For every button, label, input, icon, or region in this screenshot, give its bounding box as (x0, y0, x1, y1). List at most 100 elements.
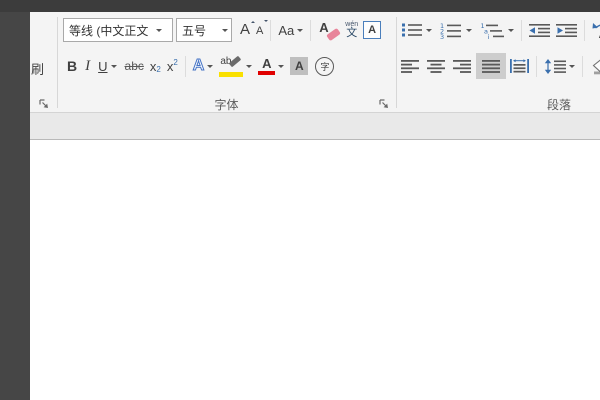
align-center-button[interactable] (425, 53, 447, 79)
highlight-color-button[interactable]: ab (217, 53, 254, 79)
increase-indent-button[interactable] (554, 17, 579, 43)
window-top-edge (0, 0, 600, 12)
ribbon-home-tab: 刷 等线 (中文正文 五号 A A (30, 12, 600, 113)
strikethrough-button[interactable]: abc (123, 53, 146, 79)
font-size-value: 五号 (182, 22, 219, 39)
paragraph-group-row1: 1 2 3 1 a i (399, 16, 600, 44)
clipboard-dialog-launcher[interactable] (38, 98, 50, 110)
window-left-edge (0, 12, 30, 400)
caret-down-icon (264, 20, 268, 24)
align-right-icon (453, 60, 471, 73)
dialog-launcher-icon (38, 98, 50, 110)
underline-icon: U (98, 59, 107, 74)
grow-font-button[interactable]: A (238, 17, 252, 43)
font-group-row2: B I U abc x 2 x 2 A (65, 52, 336, 80)
chevron-down-icon (246, 65, 252, 71)
distribute-text-button[interactable] (508, 53, 531, 79)
asian-layout-button[interactable]: A (590, 17, 600, 43)
justify-button[interactable] (476, 53, 506, 79)
word-window: 刷 等线 (中文正文 五号 A A (0, 0, 600, 400)
font-name-value: 等线 (中文正文 (69, 22, 153, 39)
svg-text:i: i (488, 33, 490, 39)
chevron-down-icon (207, 65, 213, 71)
asian-layout-icon: A (592, 20, 600, 40)
text-effects-button[interactable]: A (191, 53, 216, 79)
subscript-button[interactable]: x 2 (148, 53, 163, 79)
paint-bucket-icon (590, 58, 600, 75)
chevron-down-icon (426, 29, 432, 35)
bold-button[interactable]: B (65, 53, 79, 79)
italic-button[interactable]: I (83, 53, 92, 79)
chevron-down-icon (569, 65, 575, 71)
align-center-icon (427, 60, 445, 73)
justify-icon (482, 60, 500, 73)
chevron-down-icon (466, 29, 472, 35)
increase-indent-icon (556, 23, 577, 38)
align-right-button[interactable] (451, 53, 473, 79)
shading-button[interactable] (588, 53, 600, 79)
grow-font-icon: A (240, 21, 250, 38)
character-border-button[interactable]: A (361, 17, 383, 43)
change-case-icon: Aa (278, 23, 294, 38)
decrease-indent-button[interactable] (527, 17, 552, 43)
font-color-icon: A (258, 57, 275, 76)
character-shading-icon: A (290, 57, 308, 75)
distribute-text-icon (510, 59, 529, 73)
character-shading-button[interactable]: A (288, 53, 310, 79)
align-left-icon (401, 60, 419, 73)
svg-text:3: 3 (440, 33, 444, 39)
character-border-icon: A (363, 21, 381, 39)
numbering-icon: 1 2 3 (439, 22, 463, 39)
font-color-swatch (258, 71, 275, 76)
format-painter-button[interactable]: 刷 (31, 59, 44, 78)
divider (185, 56, 186, 77)
enclose-characters-button[interactable]: 字 (313, 53, 336, 79)
superscript-icon: 2 (173, 58, 177, 67)
underline-button[interactable]: U (96, 53, 118, 79)
font-size-combo[interactable]: 五号 (176, 18, 232, 42)
strikethrough-icon: abc (125, 59, 144, 73)
shrink-font-button[interactable]: A (254, 17, 265, 43)
paragraph-group-label: 段落 (399, 96, 600, 113)
group-separator (57, 17, 58, 108)
font-dialog-launcher[interactable] (378, 98, 390, 110)
shrink-font-icon: A (256, 25, 263, 37)
divider (310, 20, 311, 41)
highlight-color-swatch (219, 72, 243, 77)
chevron-down-icon (222, 29, 228, 35)
document-canvas[interactable] (30, 140, 600, 400)
line-spacing-button[interactable] (542, 53, 577, 79)
superscript-button[interactable]: x 2 (165, 53, 180, 79)
divider (270, 20, 271, 41)
subscript-icon: 2 (156, 65, 160, 74)
phonetic-guide-button[interactable]: wén 文 (343, 17, 360, 43)
clear-formatting-button[interactable]: A (316, 17, 342, 43)
chevron-down-icon (508, 29, 514, 35)
paragraph-group-row2 (399, 52, 600, 80)
multilevel-list-button[interactable]: 1 a i (478, 17, 516, 43)
decrease-indent-icon (529, 23, 550, 38)
bold-icon: B (67, 58, 77, 74)
ribbon-document-gap (30, 113, 600, 140)
divider (536, 56, 537, 77)
numbering-button[interactable]: 1 2 3 (437, 17, 474, 43)
align-left-button[interactable] (399, 53, 421, 79)
font-group-row1: 等线 (中文正文 五号 A A Aa A (63, 16, 383, 44)
divider (584, 20, 585, 41)
bullets-icon (401, 22, 423, 38)
highlight-icon: ab (219, 56, 243, 77)
clear-formatting-icon: A (318, 20, 340, 40)
change-case-button[interactable]: Aa (276, 17, 305, 43)
chevron-down-icon (278, 65, 284, 71)
bullets-button[interactable] (399, 17, 434, 43)
font-color-button[interactable]: A (256, 53, 286, 79)
group-separator (396, 17, 397, 108)
italic-icon: I (85, 58, 90, 75)
text-effects-icon: A (193, 57, 205, 75)
font-group-label: 字体 (57, 96, 396, 113)
chevron-down-icon (297, 29, 303, 35)
line-spacing-icon (544, 59, 566, 74)
caret-up-icon (251, 19, 255, 23)
chevron-down-icon (156, 29, 162, 35)
font-name-combo[interactable]: 等线 (中文正文 (63, 18, 173, 42)
